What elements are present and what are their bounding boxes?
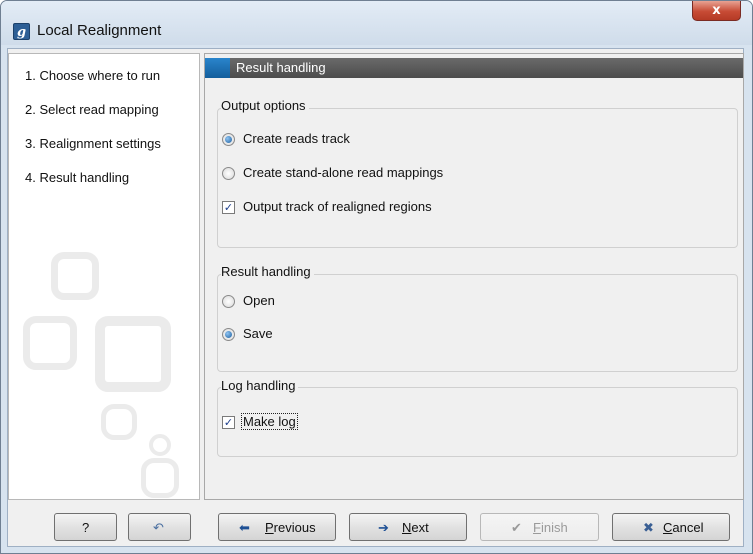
open-radio[interactable]	[222, 295, 235, 308]
window-title: Local Realignment	[37, 22, 162, 39]
step-choose-where-to-run: 1. Choose where to run	[25, 68, 161, 83]
help-button-label: ?	[82, 520, 90, 535]
next-button[interactable]: ➔ Next	[349, 513, 467, 541]
previous-label-rest: revious	[273, 520, 316, 535]
log-handling-title: Log handling	[221, 378, 299, 393]
previous-button-label: Previous	[265, 520, 316, 535]
watermark-square-icon	[141, 458, 179, 498]
step-result-handling: 4. Result handling	[25, 170, 130, 185]
help-button[interactable]: ?	[54, 513, 117, 541]
reset-icon: ↶	[153, 520, 164, 535]
app-logo-icon: g	[13, 23, 30, 40]
next-button-label: Next	[402, 520, 429, 535]
make-log-text: Make log	[241, 413, 298, 430]
create-standalone-label[interactable]: Create stand-alone read mappings	[243, 165, 443, 180]
watermark-square-icon	[51, 252, 99, 300]
finish-check-icon: ✔	[511, 520, 522, 535]
watermark-square-icon	[95, 316, 171, 392]
create-reads-track-label[interactable]: Create reads track	[243, 131, 350, 146]
close-button[interactable]: x	[692, 1, 741, 21]
cancel-x-icon: ✖	[643, 520, 654, 535]
next-mnemonic: N	[402, 520, 412, 535]
previous-arrow-icon: ⬅	[239, 520, 250, 535]
next-arrow-icon: ➔	[378, 520, 389, 535]
open-label[interactable]: Open	[243, 293, 275, 308]
previous-button[interactable]: ⬅ Previous	[218, 513, 336, 541]
title-bar: g Local Realignment x	[1, 1, 752, 45]
step-select-read-mapping: 2. Select read mapping	[25, 102, 159, 117]
finish-button-label: Finish	[533, 520, 568, 535]
watermark-square-icon	[23, 316, 77, 370]
previous-mnemonic: P	[265, 520, 274, 535]
output-options-title: Output options	[221, 98, 309, 113]
finish-button[interactable]: ✔ Finish	[480, 513, 599, 541]
step-realignment-settings: 3. Realignment settings	[25, 136, 161, 151]
save-radio[interactable]	[222, 328, 235, 341]
create-standalone-radio[interactable]	[222, 167, 235, 180]
next-label-rest: ext	[411, 520, 429, 535]
output-track-realigned-checkbox[interactable]: ✓	[222, 201, 235, 214]
reset-button[interactable]: ↶	[128, 513, 191, 541]
wizard-steps-panel	[8, 53, 200, 500]
save-label[interactable]: Save	[243, 326, 273, 341]
make-log-checkbox[interactable]: ✓	[222, 416, 235, 429]
create-reads-track-radio[interactable]	[222, 133, 235, 146]
finish-mnemonic: F	[533, 520, 541, 535]
finish-label-rest: inish	[540, 520, 568, 535]
section-header-title: Result handling	[236, 60, 326, 75]
make-log-label[interactable]: Make log	[241, 413, 298, 430]
cancel-button-label: Cancel	[663, 520, 703, 535]
header-accent-mark	[205, 58, 230, 78]
result-handling-group	[217, 274, 738, 372]
output-track-realigned-label[interactable]: Output track of realigned regions	[243, 199, 432, 214]
result-handling-title: Result handling	[221, 264, 314, 279]
cancel-label-rest: ancel	[672, 520, 704, 535]
cancel-mnemonic: C	[663, 520, 673, 535]
watermark-square-icon	[149, 434, 171, 456]
cancel-button[interactable]: ✖ Cancel	[612, 513, 730, 541]
watermark-square-icon	[101, 404, 137, 440]
